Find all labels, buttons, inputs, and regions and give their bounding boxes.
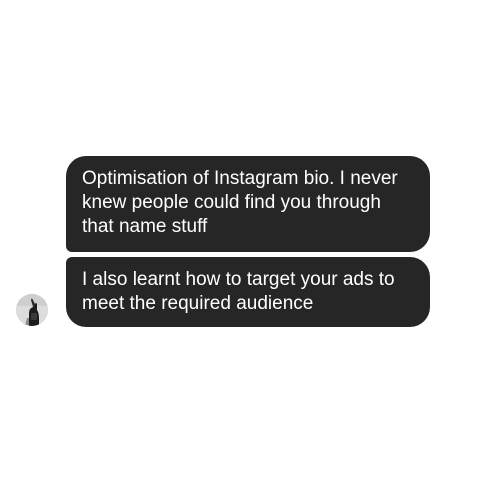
message-bubble-2[interactable]: I also learnt how to target your ads to …: [66, 257, 430, 327]
sender-avatar-icon[interactable]: [16, 294, 48, 326]
chat-thread: Optimisation of Instagram bio. I never k…: [0, 0, 500, 500]
avatar-photo-icon: [16, 294, 48, 326]
message-bubble-1[interactable]: Optimisation of Instagram bio. I never k…: [66, 156, 430, 252]
